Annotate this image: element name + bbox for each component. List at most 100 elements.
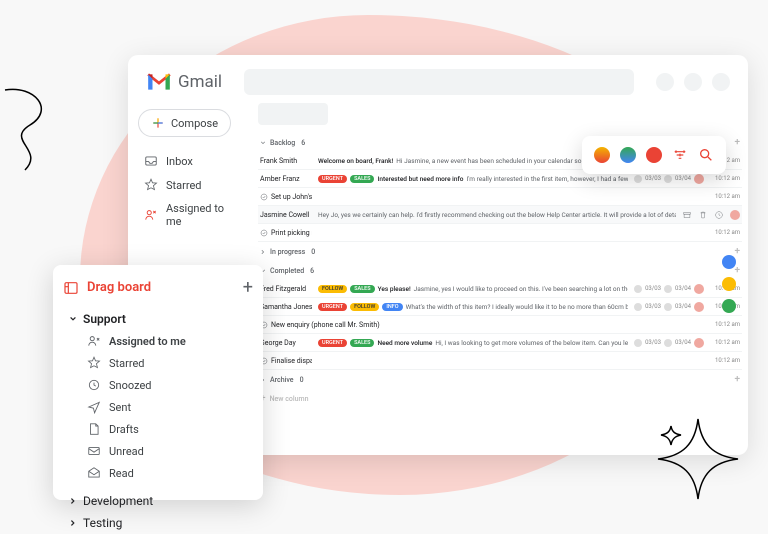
snippet: Hi, I was looking to get more volumes of… <box>435 339 628 347</box>
drafts-icon <box>87 422 101 436</box>
sender: Samantha Jones <box>260 303 312 311</box>
email-row[interactable]: George Day URGENTSALESNeed more volumeHi… <box>258 334 742 352</box>
section-add[interactable]: + <box>734 374 740 385</box>
add-board-button[interactable]: + <box>243 277 253 298</box>
board-support[interactable]: Support <box>69 308 253 330</box>
board-label: Support <box>83 312 126 326</box>
task-row[interactable]: Print picking notes 10:12 am <box>258 224 742 242</box>
caret-right-icon <box>69 497 77 505</box>
tag-pill: SALES <box>350 175 374 183</box>
floating-toolbar <box>582 136 726 174</box>
sender: Amber Franz <box>260 175 312 183</box>
search-icon[interactable] <box>698 147 714 163</box>
snippet: Jasmine, yes I would like to proceed on … <box>414 285 628 293</box>
email-row-hover[interactable]: Jasmine Cowell Hey Jo, yes we certainly … <box>258 206 742 224</box>
tag-pill: INFO <box>382 303 402 311</box>
board-item-read[interactable]: Read <box>69 462 253 484</box>
email-row[interactable]: Samantha Jones URGENTFOLLOWINFO What's th… <box>258 298 742 316</box>
section-label: In progress <box>270 248 305 256</box>
task-row[interactable]: Set up John's delivery 10:12 am <box>258 188 742 206</box>
email-row[interactable]: Fred Fitzgerald FOLLOWSALESYes please!Ja… <box>258 280 742 298</box>
board-item-unread[interactable]: Unread <box>69 440 253 462</box>
filter-icon[interactable] <box>672 147 688 163</box>
section-count: 0 <box>300 376 304 384</box>
subject: Yes please! <box>378 285 411 293</box>
section-count: 6 <box>301 139 305 147</box>
section-in-progress[interactable]: In progress 0 + <box>258 242 742 261</box>
board-item-assigned[interactable]: Assigned to me <box>69 330 253 352</box>
nav-assigned[interactable]: Assigned to me <box>138 197 248 233</box>
subject: Welcome on board, Frank! <box>318 157 393 165</box>
nav-inbox[interactable]: Inbox <box>138 149 248 173</box>
collaborator-avatar[interactable] <box>646 147 662 163</box>
sidepanel-icon-2[interactable] <box>722 277 736 291</box>
task-title: Set up John's delivery <box>271 193 312 201</box>
caret-down-icon <box>69 315 77 323</box>
tag-pill: FOLLOW <box>318 285 347 293</box>
board-item-starred[interactable]: Starred <box>69 352 253 374</box>
section-add[interactable]: + <box>734 137 740 148</box>
task-row[interactable]: New enquiry (phone call Mr. Smith) 10:12… <box>258 316 742 334</box>
tag-pill: SALES <box>350 339 374 347</box>
avatar <box>694 284 704 294</box>
search-bar[interactable] <box>244 69 634 95</box>
compose-button[interactable]: Compose <box>138 109 231 137</box>
board-label: Development <box>83 494 153 508</box>
board-testing[interactable]: Testing <box>69 512 253 534</box>
sent-icon <box>87 400 101 414</box>
section-completed[interactable]: Completed 6 + <box>258 261 742 280</box>
star-icon <box>87 356 101 370</box>
avatar <box>694 302 704 312</box>
section-archive[interactable]: Archive 0 + <box>258 370 742 389</box>
task-title: Print picking notes <box>271 229 312 237</box>
board-item-label: Drafts <box>109 423 139 436</box>
task-check-icon <box>260 229 268 237</box>
avatar <box>694 174 704 184</box>
time: 10:12 am <box>710 357 740 364</box>
unread-icon <box>87 444 101 458</box>
board-item-snoozed[interactable]: Snoozed <box>69 374 253 396</box>
task-row[interactable]: Finalise dispatch 10:12 am <box>258 352 742 370</box>
board-item-sent[interactable]: Sent <box>69 396 253 418</box>
sender: Frank Smith <box>260 157 312 165</box>
board-item-label: Sent <box>109 401 131 414</box>
subject: Need more volume <box>377 339 432 347</box>
section-label: Backlog <box>270 139 295 147</box>
caret-down-icon <box>260 140 266 146</box>
sender: Fred Fitzgerald <box>260 285 312 293</box>
drag-board-panel: Drag board + Support Assigned to me Star… <box>53 265 263 500</box>
nav-starred[interactable]: Starred <box>138 173 248 197</box>
read-icon <box>87 466 101 480</box>
list-filter-bar[interactable] <box>258 103 328 125</box>
snippet: What's the width of this item? I ideally… <box>406 303 628 311</box>
collaborator-avatar[interactable] <box>594 147 610 163</box>
assigned-icon <box>87 334 101 348</box>
nav-label: Inbox <box>166 155 193 168</box>
snippet: I'm really interested in the first item,… <box>466 175 628 183</box>
snooze-icon[interactable] <box>714 210 724 220</box>
delete-icon[interactable] <box>698 210 708 220</box>
collaborator-avatar[interactable] <box>620 147 636 163</box>
inbox-icon <box>144 154 158 168</box>
tag-pill: URGENT <box>318 303 347 311</box>
header-action-2[interactable] <box>684 73 702 91</box>
nav-label: Starred <box>166 179 202 192</box>
sidepanel-icon-1[interactable] <box>722 255 736 269</box>
board-item-label: Read <box>109 467 134 480</box>
board-item-label: Assigned to me <box>109 335 186 348</box>
header-action-1[interactable] <box>656 73 674 91</box>
gmail-m-icon <box>146 72 172 92</box>
task-check-icon <box>260 193 268 201</box>
section-count: 6 <box>310 267 314 275</box>
tag-pill: FOLLOW <box>350 303 379 311</box>
gmail-text: Gmail <box>178 72 222 92</box>
board-item-drafts[interactable]: Drafts <box>69 418 253 440</box>
header-action-3[interactable] <box>712 73 730 91</box>
new-column[interactable]: + New column <box>258 389 742 408</box>
avatar <box>730 210 740 220</box>
sender: Jasmine Cowell <box>260 211 312 219</box>
archive-icon[interactable] <box>682 210 692 220</box>
snippet: Hey Jo, yes we certainly can help. I'd f… <box>318 211 676 219</box>
board-development[interactable]: Development <box>69 490 253 512</box>
sidepanel-icon-3[interactable] <box>722 299 736 313</box>
